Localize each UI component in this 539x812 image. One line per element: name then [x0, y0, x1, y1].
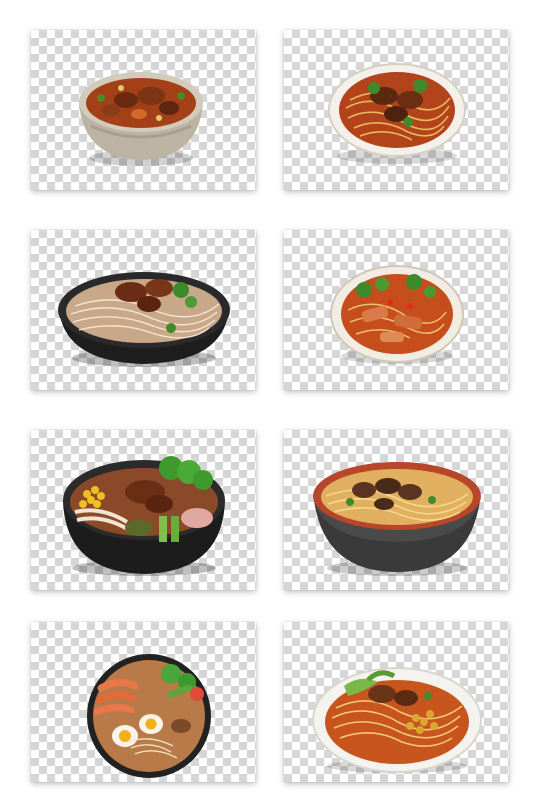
soybean-beef-noodles-illustration	[312, 667, 482, 773]
spicy-pork-noodles-illustration	[330, 265, 464, 364]
food-image-card-8[interactable]	[284, 622, 509, 782]
food-image-card-4[interactable]	[284, 230, 509, 390]
seafood-ramen-with-egg-illustration	[87, 654, 211, 778]
beef-rice-noodles-black-bowl-illustration	[58, 272, 230, 367]
beef-stew-soup-bowl-illustration	[79, 72, 203, 166]
food-image-card-6[interactable]	[284, 430, 509, 590]
page: { "gallery": { "items": [ {"dish": "beef…	[0, 0, 539, 812]
braised-beef-noodles-illustration	[328, 63, 466, 164]
food-image-card-3[interactable]	[31, 230, 256, 390]
food-image-card-1[interactable]	[31, 30, 256, 190]
food-image-card-2[interactable]	[284, 30, 509, 190]
food-image-card-7[interactable]	[31, 622, 256, 782]
food-image-card-5[interactable]	[31, 430, 256, 590]
beef-noodle-soup-red-bowl-illustration	[313, 462, 481, 576]
loaded-rice-noodle-bowl-illustration	[63, 456, 225, 576]
